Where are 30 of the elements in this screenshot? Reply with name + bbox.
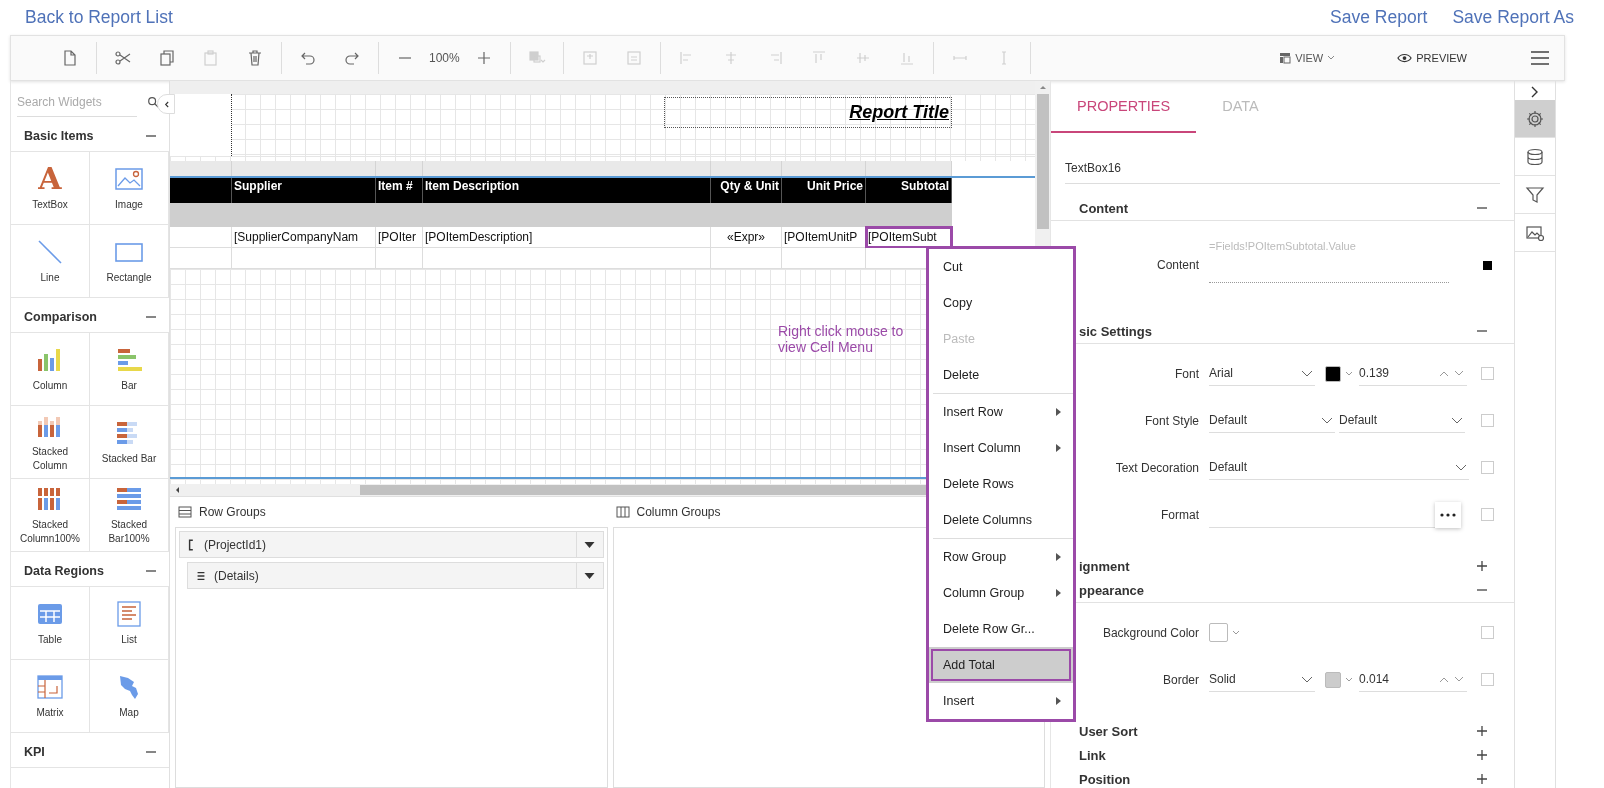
- category-header: Comparison: [24, 310, 97, 324]
- widget-label: Table: [38, 633, 62, 647]
- property-label: Font: [1174, 366, 1199, 381]
- widget-label: Map: [119, 706, 139, 720]
- letter-icon: A: [38, 164, 62, 194]
- widget-label: Matrix: [36, 706, 64, 720]
- widget-label: Stacked Column100%: [18, 518, 81, 546]
- panel-title: Column Groups: [636, 505, 721, 519]
- property-label: Content: [1155, 258, 1199, 272]
- widget-label: Image: [115, 198, 143, 212]
- property-label: Background Color: [1101, 625, 1199, 640]
- widget-label: Stacked Column: [30, 445, 70, 473]
- widget-label: TextBox: [32, 198, 68, 212]
- annotation-note: Right click mouse to view Cell Menu: [778, 323, 905, 355]
- property-label: Format: [1160, 507, 1199, 522]
- widget-label: Column: [32, 379, 68, 393]
- category-header: Basic Items: [24, 129, 94, 143]
- category-header: KPI: [24, 745, 45, 759]
- widget-label: Line: [40, 271, 60, 285]
- property-label: Font Style: [1143, 413, 1199, 428]
- widget-label: List: [121, 633, 137, 647]
- widget-label: Rectangle: [106, 271, 152, 285]
- widget-label: Stacked Bar100%: [107, 518, 151, 546]
- panel-title: Row Groups: [199, 505, 266, 519]
- widget-label: Stacked Bar: [101, 452, 157, 466]
- property-label: Border: [1161, 672, 1199, 687]
- zoom-level: 100%: [429, 51, 460, 65]
- category-header: Data Regions: [24, 564, 104, 578]
- property-label: Text Decoration: [1114, 460, 1199, 475]
- widget-label: Bar: [121, 379, 137, 393]
